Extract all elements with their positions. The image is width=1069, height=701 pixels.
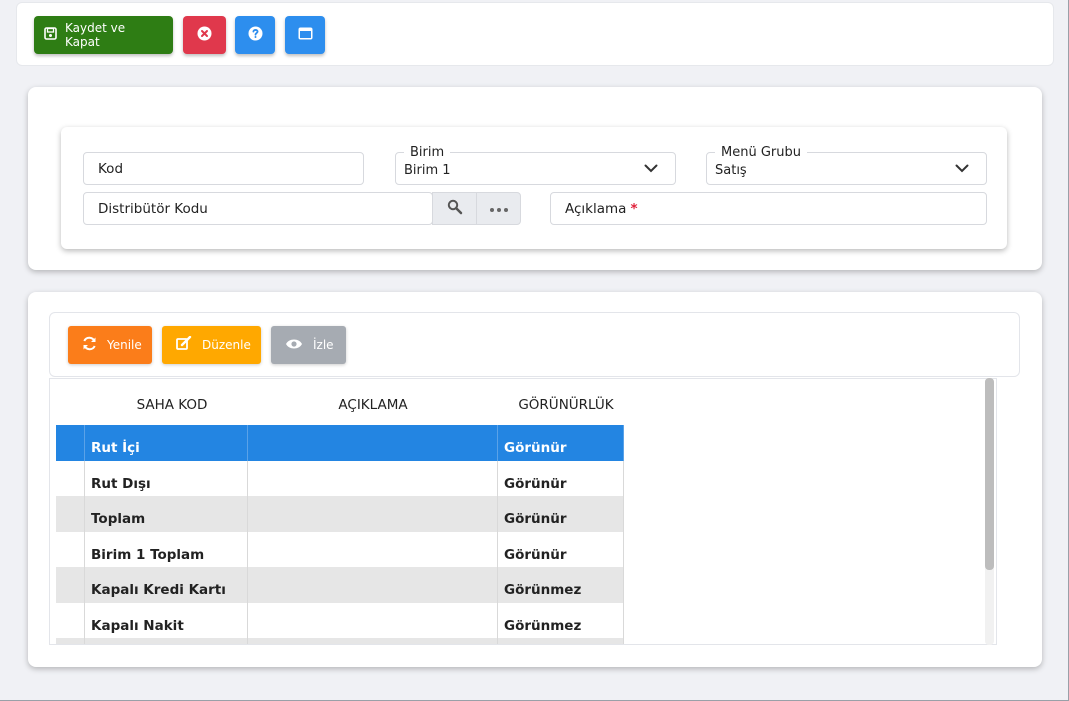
search-button[interactable] — [432, 192, 477, 225]
save-and-close-button[interactable]: Kaydet ve Kapat — [34, 16, 173, 54]
more-button[interactable] — [476, 192, 521, 225]
cell-gorunurluk: Görünür — [504, 440, 567, 456]
cell-saha-kod: Toplam — [91, 511, 146, 527]
edit-icon — [176, 335, 192, 354]
column-header-aciklama[interactable]: AÇIKLAMA — [248, 397, 498, 413]
cell-gorunurluk: Görünür — [504, 546, 567, 563]
table-row[interactable]: Rut İçi Görünür — [56, 425, 624, 461]
refresh-button[interactable]: Yenile — [68, 326, 152, 364]
refresh-label: Yenile — [107, 338, 142, 352]
help-button[interactable] — [235, 16, 275, 54]
cell-saha-kod: Rut İçi — [91, 440, 140, 456]
edit-button[interactable]: Düzenle — [162, 326, 261, 364]
cell-gorunurluk: Görünür — [504, 475, 567, 492]
table-row[interactable]: Kapalı Kredi Kartı Görünmez — [56, 567, 624, 603]
grid-card: Yenile Düzenle İzle SAHA KOD AÇIKLAMA GÖ… — [28, 292, 1042, 667]
search-icon — [447, 199, 463, 219]
chevron-down-icon — [643, 160, 659, 180]
grid-body: Rut İçi Görünür Rut Dışı Görünür Toplam … — [56, 425, 624, 644]
cell-saha-kod: Rut Dışı — [91, 475, 151, 492]
cell-gorunurluk: Görünür — [504, 511, 567, 527]
cell-saha-kod: Birim 1 Toplam — [91, 546, 205, 563]
ellipsis-icon — [489, 201, 509, 217]
table-row[interactable]: Kapalı Nakit Görünmez — [56, 602, 624, 638]
cell-saha-kod: Kapalı Kredi Kartı — [91, 582, 226, 598]
birim-label: Birim — [404, 145, 451, 160]
cell-gorunurluk: Görünmez — [504, 582, 582, 598]
scrollbar-thumb[interactable] — [985, 378, 994, 570]
kod-placeholder: Kod — [98, 161, 124, 177]
table-row[interactable]: Birim 1 Toplam Görünür — [56, 531, 624, 567]
column-header-saha-kod[interactable]: SAHA KOD — [85, 397, 259, 413]
refresh-icon — [82, 336, 97, 354]
window-button[interactable] — [285, 16, 325, 54]
cancel-button[interactable] — [183, 16, 226, 54]
save-and-close-label: Kaydet ve Kapat — [65, 21, 126, 49]
question-circle-icon — [248, 26, 263, 44]
cell-saha-kod: Kapalı Nakit — [91, 617, 184, 634]
required-marker: * — [630, 201, 638, 217]
cell-gorunurluk: Görünmez — [504, 617, 582, 634]
top-toolbar: Kaydet ve Kapat — [16, 2, 1054, 66]
save-icon — [44, 27, 57, 43]
birim-select[interactable]: Birim Birim 1 — [395, 145, 676, 185]
distributor-kodu-placeholder: Distribütör Kodu — [98, 201, 208, 217]
kod-field[interactable]: Kod — [83, 152, 364, 185]
menu-grubu-label: Menü Grubu — [715, 145, 807, 160]
view-label: İzle — [313, 338, 334, 352]
column-header-gorunurluk[interactable]: GÖRÜNÜRLÜK — [498, 397, 634, 413]
menu-grubu-select[interactable]: Menü Grubu Satış — [706, 145, 987, 185]
aciklama-field[interactable]: Açıklama * — [550, 192, 987, 225]
grid-header: SAHA KOD AÇIKLAMA GÖRÜNÜRLÜK — [50, 379, 630, 425]
table-row[interactable]: Rut Dışı Görünür — [56, 460, 624, 496]
form-card: Kod Birim Birim 1 Menü Grubu Satış Distr… — [28, 87, 1042, 270]
edit-label: Düzenle — [202, 338, 251, 352]
grid-scrollbar[interactable] — [985, 378, 994, 645]
view-button[interactable]: İzle — [271, 326, 346, 364]
data-grid: SAHA KOD AÇIKLAMA GÖRÜNÜRLÜK Rut İçi Gör… — [49, 378, 997, 645]
grid-toolbar: Yenile Düzenle İzle — [49, 312, 1020, 377]
eye-icon — [285, 338, 303, 353]
table-row[interactable]: Toplam Görünür — [56, 496, 624, 532]
chevron-down-icon — [954, 160, 970, 180]
form-panel: Kod Birim Birim 1 Menü Grubu Satış Distr… — [61, 127, 1007, 249]
table-row[interactable] — [56, 638, 624, 644]
birim-value: Birim 1 — [404, 163, 451, 178]
window-icon — [298, 27, 313, 43]
menu-grubu-value: Satış — [715, 163, 747, 178]
distributor-kodu-field[interactable]: Distribütör Kodu — [83, 192, 521, 225]
aciklama-placeholder: Açıklama * — [565, 201, 638, 217]
close-circle-icon — [197, 26, 212, 44]
